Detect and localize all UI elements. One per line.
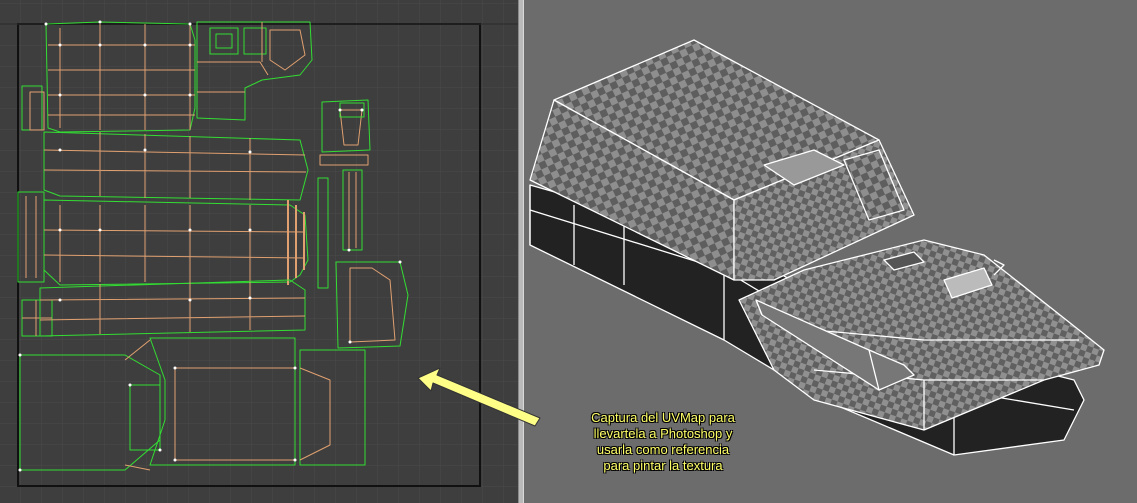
callout-line: para pintar la textura [603,458,723,473]
uv-editor-panel[interactable] [0,0,518,503]
callout-line: llevartela a Photoshop y [593,426,733,441]
callout-line: Captura del UVMap para [591,410,735,425]
callout-line: usarla como referencia [596,442,730,457]
callout-text: Captura del UVMap para llevartela a Phot… [558,410,768,474]
uv-canvas[interactable] [0,0,518,503]
